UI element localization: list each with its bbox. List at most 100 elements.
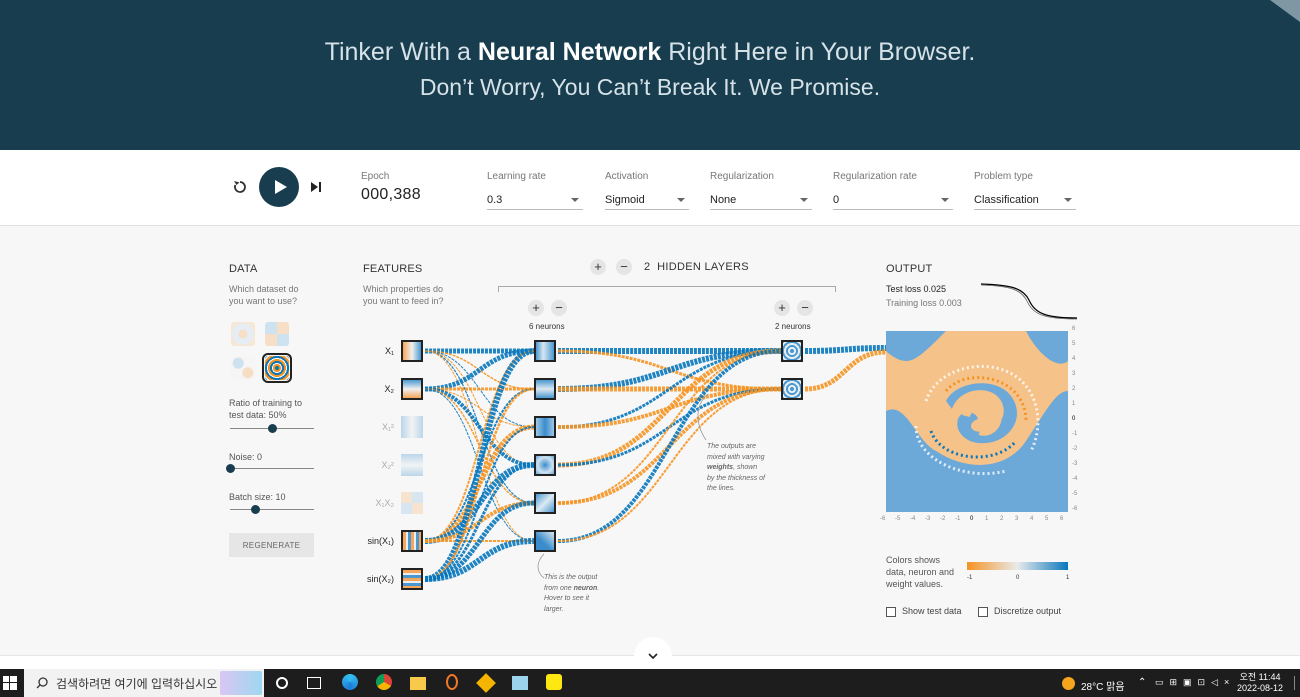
hidden-neuron-layer1[interactable] bbox=[534, 416, 556, 438]
ratio-slider[interactable] bbox=[230, 424, 314, 433]
batch-size-slider-knob[interactable] bbox=[251, 505, 261, 514]
weight-link[interactable] bbox=[557, 387, 782, 429]
activation-label: Activation bbox=[605, 171, 649, 182]
show-test-checkbox[interactable] bbox=[886, 607, 896, 617]
hidden-neuron-layer2[interactable] bbox=[781, 378, 803, 400]
hidden-neuron-layer1[interactable] bbox=[534, 454, 556, 476]
edge-icon[interactable] bbox=[342, 674, 358, 690]
feature-node[interactable] bbox=[401, 416, 423, 438]
remove-layer-button[interactable]: − bbox=[616, 259, 632, 275]
weight-link[interactable] bbox=[424, 538, 535, 582]
hidden-neuron-layer1[interactable] bbox=[534, 340, 556, 362]
file-explorer-icon[interactable] bbox=[410, 677, 426, 690]
dataset-spiral[interactable] bbox=[262, 353, 292, 383]
ratio-label: Ratio of training to test data: 50% bbox=[229, 398, 303, 420]
hidden-layers-bracket bbox=[498, 286, 836, 292]
task-view-icon[interactable] bbox=[307, 677, 321, 689]
problem-type-select[interactable]: Classification bbox=[974, 194, 1076, 210]
feature-node[interactable] bbox=[401, 340, 423, 362]
weight-link[interactable] bbox=[424, 350, 535, 466]
y-tick-label: 2 bbox=[1072, 386, 1076, 392]
weight-link[interactable] bbox=[424, 463, 535, 581]
layer2-neuron-count: 2 neurons bbox=[775, 322, 811, 331]
weight-link[interactable] bbox=[424, 424, 535, 544]
noise-slider[interactable] bbox=[226, 464, 314, 473]
hidden-neuron-layer1[interactable] bbox=[534, 530, 556, 552]
regenerate-button[interactable]: REGENERATE bbox=[229, 533, 314, 557]
features-subtitle: Which properties do you want to feed in? bbox=[363, 284, 444, 306]
weight-link[interactable] bbox=[424, 388, 535, 542]
hidden-neuron-layer1[interactable] bbox=[534, 378, 556, 400]
layer2-add-neuron-button[interactable]: + bbox=[774, 300, 790, 316]
activation-select[interactable]: Sigmoid bbox=[605, 194, 689, 210]
reset-button[interactable] bbox=[228, 175, 252, 199]
hidden-neuron-layer2[interactable] bbox=[781, 340, 803, 362]
weight-link[interactable] bbox=[424, 462, 535, 544]
discretize-checkbox[interactable] bbox=[978, 607, 988, 617]
github-corner[interactable] bbox=[1270, 0, 1300, 22]
weight-link[interactable] bbox=[424, 348, 535, 582]
regularization-label: Regularization bbox=[710, 171, 774, 182]
weight-link[interactable] bbox=[424, 388, 535, 428]
weight-link[interactable] bbox=[424, 350, 535, 542]
weather-text[interactable]: 28°C 맑음 bbox=[1081, 678, 1125, 693]
feature-node[interactable] bbox=[401, 378, 423, 400]
weight-link[interactable] bbox=[424, 388, 535, 542]
step-button[interactable] bbox=[306, 175, 326, 199]
learning-rate-select[interactable]: 0.3 bbox=[487, 194, 583, 210]
windows-start-icon[interactable] bbox=[3, 676, 17, 695]
app-icon[interactable] bbox=[476, 673, 496, 693]
weight-link[interactable] bbox=[424, 350, 535, 428]
tray-chevron-icon[interactable]: ⌃ bbox=[1138, 677, 1146, 688]
tray-icons[interactable]: ▭⊞▣⊡◁× bbox=[1155, 677, 1235, 688]
batch-size-slider[interactable] bbox=[230, 505, 314, 514]
weight-link[interactable] bbox=[424, 387, 535, 581]
weight-link[interactable] bbox=[424, 426, 535, 580]
noise-label: Noise: 0 bbox=[229, 452, 263, 462]
weights-note-arrow bbox=[697, 393, 709, 441]
hidden-neuron-layer1[interactable] bbox=[534, 492, 556, 514]
layer1-remove-neuron-button[interactable]: − bbox=[551, 300, 567, 316]
output-x-axis: -6 -5 -4 -3 -2 -1 0 1 2 3 4 5 6 bbox=[880, 516, 1074, 526]
weight-link[interactable] bbox=[557, 348, 782, 392]
y-tick-label: 5 bbox=[1072, 341, 1076, 347]
dataset-gauss[interactable] bbox=[231, 356, 255, 380]
weight-link[interactable] bbox=[557, 349, 782, 391]
dataset-circle[interactable] bbox=[231, 322, 255, 346]
weight-link[interactable] bbox=[424, 500, 535, 582]
taskbar-search-input[interactable]: 검색하려면 여기에 입력하십시오 bbox=[24, 669, 264, 697]
cortana-icon[interactable] bbox=[276, 677, 288, 689]
ratio-slider-knob[interactable] bbox=[268, 424, 277, 433]
weight-link[interactable] bbox=[804, 349, 887, 392]
jupyter-icon[interactable] bbox=[446, 674, 458, 690]
x-tick-label: 0 bbox=[970, 516, 974, 522]
weight-link[interactable] bbox=[424, 350, 535, 542]
y-tick-label: 1 bbox=[1072, 401, 1076, 407]
weight-link[interactable] bbox=[424, 501, 535, 543]
weight-link[interactable] bbox=[424, 387, 535, 467]
feature-node[interactable] bbox=[401, 530, 423, 552]
noise-slider-knob[interactable] bbox=[226, 464, 235, 473]
weight-link[interactable] bbox=[424, 350, 535, 504]
dataset-xor[interactable] bbox=[265, 322, 289, 346]
weight-link[interactable] bbox=[424, 350, 535, 390]
y-tick-label: 0 bbox=[1072, 416, 1076, 422]
weight-link[interactable] bbox=[424, 388, 535, 504]
notes-icon[interactable] bbox=[512, 676, 528, 690]
weight-link[interactable] bbox=[804, 345, 887, 354]
feature-node[interactable] bbox=[401, 454, 423, 476]
feature-node[interactable] bbox=[401, 568, 423, 590]
layer2-remove-neuron-button[interactable]: − bbox=[797, 300, 813, 316]
regularization-select[interactable]: None bbox=[710, 194, 812, 210]
layer1-add-neuron-button[interactable]: + bbox=[528, 300, 544, 316]
play-button[interactable] bbox=[259, 167, 299, 207]
weight-link[interactable] bbox=[557, 349, 782, 429]
kakaotalk-icon[interactable] bbox=[546, 674, 562, 690]
show-desktop-button[interactable] bbox=[1294, 676, 1300, 690]
chrome-icon[interactable] bbox=[376, 674, 392, 690]
regularization-rate-select[interactable]: 0 bbox=[833, 194, 953, 210]
clock[interactable]: 오전 11:44 2022-08-12 bbox=[1237, 672, 1283, 694]
weight-link[interactable] bbox=[424, 348, 535, 392]
add-layer-button[interactable]: + bbox=[590, 259, 606, 275]
feature-node[interactable] bbox=[401, 492, 423, 514]
